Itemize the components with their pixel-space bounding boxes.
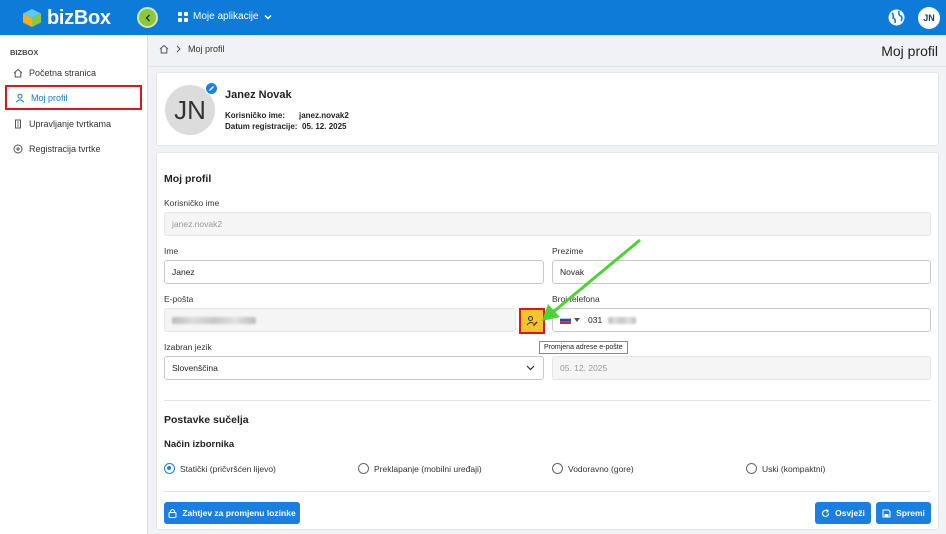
divider (148, 66, 946, 67)
home-icon (13, 68, 23, 78)
menu-mode-label: Način izbornika (164, 439, 235, 450)
sidebar-item-home[interactable]: Početna stranica (10, 63, 140, 83)
first-name-field[interactable]: Janez (164, 260, 544, 284)
sidebar-item-label: Početna stranica (29, 68, 97, 78)
user-icon (15, 93, 25, 103)
chevron-down-icon (526, 365, 535, 371)
save-icon (882, 509, 891, 517)
language-select[interactable]: Slovenščina (164, 356, 544, 380)
refresh-label: Osvježi (835, 508, 865, 518)
email-value-redacted (172, 316, 256, 324)
lock-icon (168, 509, 177, 518)
username-field-label: Korisničko ime (164, 198, 220, 208)
first-name-label: Ime (164, 246, 179, 256)
sidebar: BIZBOX Početna stranica Moj profil Uprav… (0, 35, 148, 534)
plus-circle-icon (13, 144, 23, 154)
radio-label: Uski (kompaktni) (762, 463, 826, 474)
divider (164, 491, 931, 492)
sidebar-collapse-button[interactable] (137, 7, 158, 28)
home-icon[interactable] (159, 44, 169, 54)
password-change-button[interactable]: Zahtjev za promjenu lozinke (164, 502, 300, 524)
cube-logo-icon (23, 9, 41, 27)
ui-settings-title: Postavke sučelja (164, 414, 249, 426)
building-icon (15, 119, 21, 129)
change-email-tooltip: Promjena adrese e-pošte (539, 341, 628, 354)
top-bar: bizBox Moje aplikacije JN (0, 0, 946, 35)
my-apps-menu[interactable]: Moje aplikacije (178, 11, 272, 22)
radio-label: Vodoravno (gore) (568, 463, 634, 474)
apps-grid-icon (178, 11, 188, 22)
password-change-label: Zahtjev za promjenu lozinke (182, 508, 296, 518)
breadcrumb: Moj profil (159, 44, 225, 54)
radio-circle (358, 463, 369, 474)
radio-circle (746, 463, 757, 474)
username-field-value: janez.novak2 (172, 219, 223, 229)
language-label: Izabran jezik (164, 342, 212, 352)
profile-name: Janez Novak (225, 89, 292, 101)
language-value: Slovenščina (172, 363, 218, 373)
radio-label: Preklapanje (mobilni uređaji) (374, 463, 482, 474)
divider (164, 400, 931, 401)
email-field (164, 308, 516, 332)
registration-date-field: 05. 12. 2025 (552, 356, 931, 380)
username-field: janez.novak2 (164, 212, 931, 236)
annotation-arrow (542, 238, 641, 321)
pencil-icon (209, 86, 214, 91)
breadcrumb-current: Moj profil (188, 44, 225, 54)
radio-circle (552, 463, 563, 474)
radio-menu-horizontal[interactable]: Vodoravno (gore) (552, 463, 634, 474)
sidebar-item-my-profile[interactable]: Moj profil (5, 85, 142, 110)
refresh-icon (822, 508, 830, 517)
sidebar-item-register-company[interactable]: Registracija tvrtke (10, 139, 140, 159)
registration-date-label: Datum registracije: (225, 122, 298, 131)
sidebar-item-label: Moj profil (31, 92, 68, 103)
username-value: janez.novak2 (299, 111, 349, 120)
globe-icon[interactable] (888, 9, 905, 26)
radio-circle (164, 463, 175, 474)
radio-menu-overlay[interactable]: Preklapanje (mobilni uređaji) (358, 463, 482, 474)
user-avatar[interactable]: JN (918, 7, 940, 29)
username-label: Korisničko ime: (225, 111, 286, 120)
radio-menu-static[interactable]: Statički (pričvršćen lijevo) (164, 463, 276, 474)
profile-summary-card: JN Janez Novak Korisničko ime: janez.nov… (156, 72, 939, 146)
refresh-button[interactable]: Osvježi (815, 502, 871, 524)
page-title: Moj profil (881, 43, 938, 59)
registration-date-field-value: 05. 12. 2025 (560, 363, 608, 373)
chevron-right-icon (176, 45, 181, 53)
brand-name: bizBox (47, 6, 111, 29)
sidebar-item-manage-companies[interactable]: Upravljanje tvrtkama (10, 114, 140, 134)
my-apps-label: Moje aplikacije (193, 11, 259, 22)
radio-menu-slim[interactable]: Uski (kompaktni) (746, 463, 825, 474)
sidebar-item-label: Upravljanje tvrtkama (29, 119, 112, 129)
form-section-title: Moj profil (164, 173, 212, 185)
edit-avatar-button[interactable] (205, 82, 218, 95)
profile-info: Korisničko ime: janez.novak2 Datum regis… (225, 110, 425, 132)
chevron-down-icon (264, 14, 272, 20)
sidebar-section-title: BIZBOX (10, 48, 39, 57)
radio-label: Statički (pričvršćen lijevo) (180, 463, 276, 474)
email-label: E-pošta (164, 294, 194, 304)
brand-logo[interactable]: bizBox (22, 7, 122, 29)
save-label: Spremi (896, 508, 925, 518)
chevron-left-icon (145, 14, 150, 21)
registration-date-value: 05. 12. 2025 (302, 122, 347, 131)
sidebar-item-label: Registracija tvrtke (29, 144, 101, 154)
save-button[interactable]: Spremi (876, 502, 931, 524)
first-name-value: Janez (172, 267, 195, 277)
